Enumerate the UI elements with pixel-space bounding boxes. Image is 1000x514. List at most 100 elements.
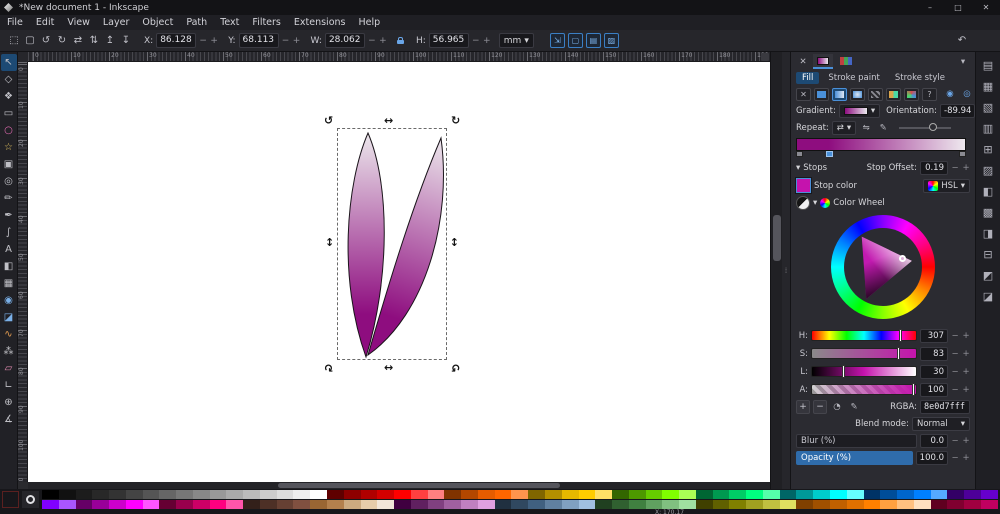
palette-color[interactable] xyxy=(880,499,898,509)
text-tool[interactable]: A xyxy=(1,241,17,258)
palette-color[interactable] xyxy=(293,499,311,509)
palette-color[interactable] xyxy=(662,489,680,499)
x-minus[interactable]: − xyxy=(199,36,207,46)
palette-color[interactable] xyxy=(679,489,696,499)
add-stop-button[interactable]: + xyxy=(796,400,810,414)
palette-color[interactable] xyxy=(226,499,244,509)
palette-color[interactable] xyxy=(444,499,462,509)
undo-history-dialog-icon[interactable]: ◩ xyxy=(980,267,996,283)
palette-color[interactable] xyxy=(561,489,579,499)
palette-color[interactable] xyxy=(259,499,277,509)
raise-object-icon[interactable]: ↥ xyxy=(102,33,118,49)
h-plus[interactable]: + xyxy=(483,36,491,46)
blur-plus[interactable]: + xyxy=(962,436,970,446)
palette-color[interactable] xyxy=(327,499,344,509)
palette-color[interactable] xyxy=(109,499,126,509)
pattern-button[interactable] xyxy=(868,87,883,101)
mesh-gradient-tool[interactable]: ▦ xyxy=(1,275,17,292)
palette-color[interactable] xyxy=(159,499,177,509)
current-color-swatch[interactable] xyxy=(2,490,19,508)
palette-color[interactable] xyxy=(159,489,177,499)
palette-color[interactable] xyxy=(209,489,227,499)
box-3d-tool[interactable]: ▣ xyxy=(1,156,17,173)
snap-controls-icon[interactable]: ↶ xyxy=(954,33,970,49)
palette-color[interactable] xyxy=(528,499,545,509)
paint-servers-dialog-icon[interactable]: ⊟ xyxy=(980,246,996,262)
palette-color[interactable] xyxy=(109,489,126,499)
menu-item[interactable]: Text xyxy=(220,17,239,28)
lock-ratio-icon[interactable] xyxy=(395,37,406,44)
rotate-handle-bl[interactable]: ↺ xyxy=(324,361,333,374)
x-plus[interactable]: + xyxy=(210,36,218,46)
panel-resize-handle[interactable]: ⁞ xyxy=(782,52,790,489)
node-tool[interactable]: ◇ xyxy=(1,71,17,88)
no-paint-button[interactable]: ✕ xyxy=(796,87,811,101)
palette-color[interactable] xyxy=(712,499,730,509)
blur-field[interactable]: 0.0 xyxy=(920,434,948,448)
palette-color[interactable] xyxy=(779,499,797,509)
unknown-paint-button[interactable]: ? xyxy=(922,87,937,101)
a-value-field[interactable]: 100 xyxy=(920,382,948,397)
petal-shapes[interactable] xyxy=(338,129,448,361)
palette-color[interactable] xyxy=(444,489,462,499)
swatches-tab-icon[interactable] xyxy=(836,54,856,69)
swatches-dialog-icon[interactable]: ▦ xyxy=(980,78,996,94)
palette-color[interactable] xyxy=(595,499,613,509)
palette-color[interactable] xyxy=(746,489,763,499)
gradient-stop-start[interactable] xyxy=(796,151,803,157)
palette-color[interactable] xyxy=(528,489,545,499)
selection-box[interactable]: ↺ ↺ ↺ ↺ ↔ ↔ ↕ ↕ xyxy=(324,114,460,374)
opacity-minus[interactable]: − xyxy=(951,453,959,463)
palette-color[interactable] xyxy=(846,489,864,499)
palette-color[interactable] xyxy=(813,499,830,509)
menu-item[interactable]: View xyxy=(67,17,90,28)
palette-color[interactable] xyxy=(762,489,780,499)
gradient-stop-end[interactable] xyxy=(959,151,966,157)
l-minus[interactable]: − xyxy=(951,367,959,377)
invert-gradient-icon[interactable]: ⇋ xyxy=(859,121,873,135)
spray-tool[interactable]: ⁂ xyxy=(1,343,17,360)
palette-color[interactable] xyxy=(427,499,445,509)
blend-mode-dropdown[interactable]: Normal ▾ xyxy=(912,417,970,431)
palette-color[interactable] xyxy=(276,499,294,509)
w-minus[interactable]: − xyxy=(368,36,376,46)
repeat-dropdown[interactable]: ⇄ ▾ xyxy=(831,121,857,135)
palette-color[interactable] xyxy=(561,499,579,509)
palette-color[interactable] xyxy=(897,499,914,509)
close-dialog-icon[interactable]: ✕ xyxy=(796,55,810,69)
rotate-ccw-icon[interactable]: ↺ xyxy=(38,33,54,49)
pen-tool[interactable]: ✒ xyxy=(1,207,17,224)
menu-item[interactable]: File xyxy=(7,17,23,28)
menu-item[interactable]: Filters xyxy=(252,17,280,28)
palette-color[interactable] xyxy=(695,489,713,499)
palette-color[interactable] xyxy=(461,499,478,509)
fill-rule-evenodd-button[interactable]: ◉ xyxy=(943,87,957,101)
maximize-button[interactable]: □ xyxy=(944,0,972,15)
palette-color[interactable] xyxy=(578,489,596,499)
opacity-plus[interactable]: + xyxy=(962,453,970,463)
palette-color[interactable] xyxy=(829,499,847,509)
canvas-viewport[interactable]: ↺ ↺ ↺ ↺ ↔ ↔ ↕ ↕ xyxy=(28,62,770,482)
palette-color[interactable] xyxy=(192,499,210,509)
palette-color[interactable] xyxy=(75,489,93,499)
y-plus[interactable]: + xyxy=(293,36,301,46)
dropper-tool[interactable]: ◉ xyxy=(1,292,17,309)
remove-stop-button[interactable]: − xyxy=(813,400,827,414)
canvas-area[interactable]: 0 10 20 30 40 50 60 70 80 90 100 110 120 130 140 150 160… xyxy=(18,52,770,489)
no-color-swatch[interactable] xyxy=(22,490,39,508)
paint-bucket-tool[interactable]: ◪ xyxy=(1,309,17,326)
palette-color[interactable] xyxy=(377,499,395,509)
objects-dialog-icon[interactable]: ▧ xyxy=(980,99,996,115)
palette-color[interactable] xyxy=(310,489,328,499)
palette-color[interactable] xyxy=(863,499,881,509)
palette-color[interactable] xyxy=(729,499,747,509)
palette-color[interactable] xyxy=(293,489,311,499)
alpha-slider[interactable] xyxy=(811,383,917,396)
scale-corners-toggle[interactable]: ▢ xyxy=(567,33,583,48)
rectangle-tool[interactable]: ▭ xyxy=(1,105,17,122)
menu-item[interactable]: Extensions xyxy=(294,17,346,28)
selector-tool[interactable]: ↖ xyxy=(0,54,17,71)
a-plus[interactable]: + xyxy=(962,385,970,395)
palette-color[interactable] xyxy=(913,489,931,499)
palette-color[interactable] xyxy=(980,489,998,499)
